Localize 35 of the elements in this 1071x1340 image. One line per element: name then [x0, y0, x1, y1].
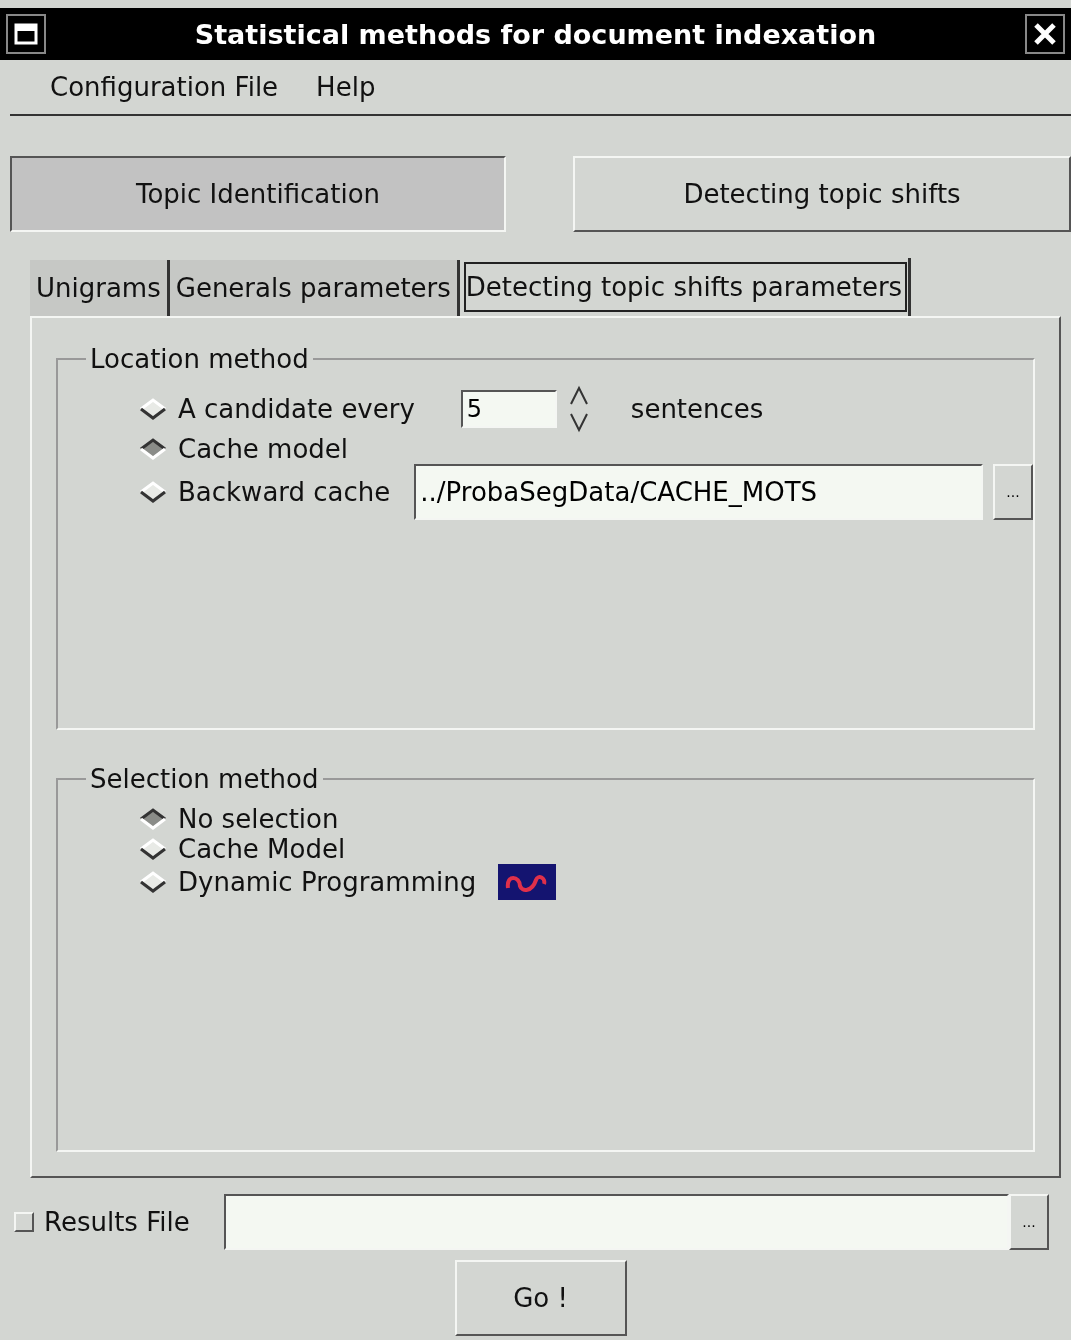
radio-button[interactable]: [138, 869, 168, 895]
mode-button[interactable]: Detecting topic shifts: [573, 156, 1071, 232]
number-field[interactable]: 5: [460, 390, 557, 428]
group-title: Location method: [89, 344, 310, 374]
radio-button[interactable]: [138, 836, 168, 862]
close-icon: [1033, 22, 1057, 46]
option-label: Backward cache: [178, 477, 391, 507]
menu-item[interactable]: Help: [316, 72, 376, 102]
window-menu-button[interactable]: [6, 14, 46, 54]
mode-button[interactable]: Topic Identification: [10, 156, 506, 232]
option-label: No selection: [178, 804, 339, 834]
logo-icon: [498, 864, 557, 900]
close-button[interactable]: [1025, 14, 1065, 54]
file-path-field[interactable]: ../ProbaSegData/CACHE_MOTS: [414, 464, 983, 520]
menu-item[interactable]: Configuration File: [50, 72, 279, 102]
radio-button[interactable]: [138, 806, 168, 832]
checkbox-label: Results File: [44, 1207, 190, 1237]
option-label: A candidate every: [178, 394, 415, 424]
group-title: Selection method: [89, 764, 320, 794]
checkbox[interactable]: [14, 1212, 34, 1232]
option-label: Cache Model: [178, 834, 346, 864]
radio-button[interactable]: [138, 479, 168, 505]
results-file-field[interactable]: [223, 1194, 1009, 1250]
option-label: Cache model: [178, 434, 349, 464]
window-icon: [14, 23, 38, 45]
unit-label: sentences: [630, 394, 764, 424]
option-label: Dynamic Programming: [178, 867, 477, 897]
radio-button[interactable]: [138, 436, 168, 462]
radio-button[interactable]: [138, 396, 168, 422]
tab[interactable]: Unigrams: [30, 260, 170, 316]
window-title: Statistical methods for document indexation: [193, 18, 878, 50]
go-button[interactable]: Go !: [454, 1260, 627, 1336]
tab[interactable]: Generals parameters: [169, 260, 460, 316]
browse-button[interactable]: ...: [1009, 1194, 1049, 1250]
browse-button[interactable]: ...: [993, 464, 1033, 520]
